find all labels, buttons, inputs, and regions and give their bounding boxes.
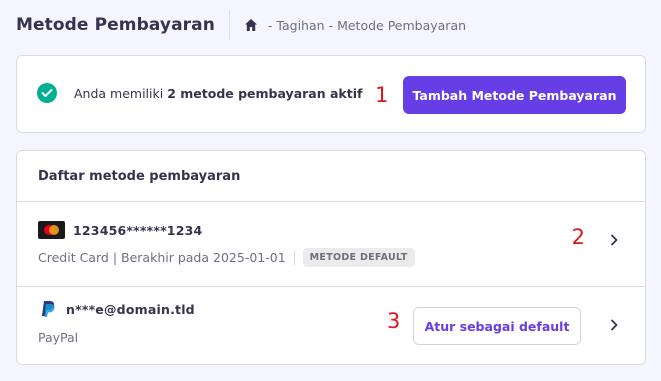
status-message: Anda memiliki 2 metode pembayaran aktif	[37, 83, 362, 103]
page-title: Metode Pembayaran	[16, 15, 215, 35]
breadcrumb-item-current: Metode Pembayaran	[337, 17, 467, 33]
set-as-default-button[interactable]: Atur sebagai default	[413, 307, 581, 345]
page-header: Metode Pembayaran - Tagihan - Metode Pem…	[16, 10, 466, 40]
payment-method-name: n***e@domain.tld	[66, 301, 195, 317]
paypal-icon	[38, 299, 58, 319]
annotation-marker-2: 2	[571, 225, 585, 249]
breadcrumb-separator: -	[328, 17, 334, 33]
payment-method-row-card[interactable]: 123456******1234 Credit Card | Berakhir …	[17, 202, 645, 287]
list-title: Daftar metode pembayaran	[38, 168, 241, 184]
mastercard-icon	[38, 221, 65, 239]
payment-method-details: Credit Card | Berakhir pada 2025-01-01 M…	[38, 248, 415, 267]
list-header: Daftar metode pembayaran	[17, 151, 645, 202]
active-methods-card: Anda memiliki 2 metode pembayaran aktif …	[16, 55, 646, 133]
breadcrumb-separator: -	[267, 17, 273, 33]
annotation-marker-1: 1	[375, 83, 389, 107]
check-circle-icon	[37, 83, 57, 103]
annotation-marker-3: 3	[387, 309, 401, 333]
payment-methods-page: Metode Pembayaran - Tagihan - Metode Pem…	[0, 0, 661, 381]
breadcrumb-item-tagihan[interactable]: Tagihan	[276, 18, 324, 33]
payment-method-title: n***e@domain.tld	[38, 299, 195, 319]
status-text: Anda memiliki 2 metode pembayaran aktif	[74, 86, 362, 101]
badge-divider	[293, 250, 295, 265]
chevron-right-icon[interactable]	[609, 318, 619, 332]
payment-method-type: Credit Card	[38, 250, 109, 265]
payment-method-type: PayPal	[38, 330, 79, 345]
payment-method-row-paypal[interactable]: n***e@domain.tld PayPal 3 Atur sebagai d…	[17, 287, 645, 365]
status-text-prefix: Anda memiliki	[74, 85, 168, 101]
home-icon[interactable]	[244, 18, 258, 32]
payment-methods-list-card: Daftar metode pembayaran 123456******123…	[16, 150, 646, 365]
default-method-badge: METODE DEFAULT	[302, 248, 415, 267]
payment-method-title: 123456******1234	[38, 221, 202, 239]
breadcrumb: - Tagihan - Metode Pembayaran	[244, 18, 466, 33]
detail-separator: |	[112, 250, 118, 265]
header-divider	[228, 10, 230, 40]
add-payment-method-button[interactable]: Tambah Metode Pembayaran	[403, 76, 626, 114]
payment-method-details: PayPal	[38, 330, 78, 345]
payment-method-name: 123456******1234	[73, 222, 203, 238]
chevron-right-icon[interactable]	[609, 233, 619, 247]
status-text-count: 2 metode pembayaran aktif	[167, 85, 363, 101]
payment-method-expiry: Berakhir pada 2025-01-01	[121, 250, 286, 265]
